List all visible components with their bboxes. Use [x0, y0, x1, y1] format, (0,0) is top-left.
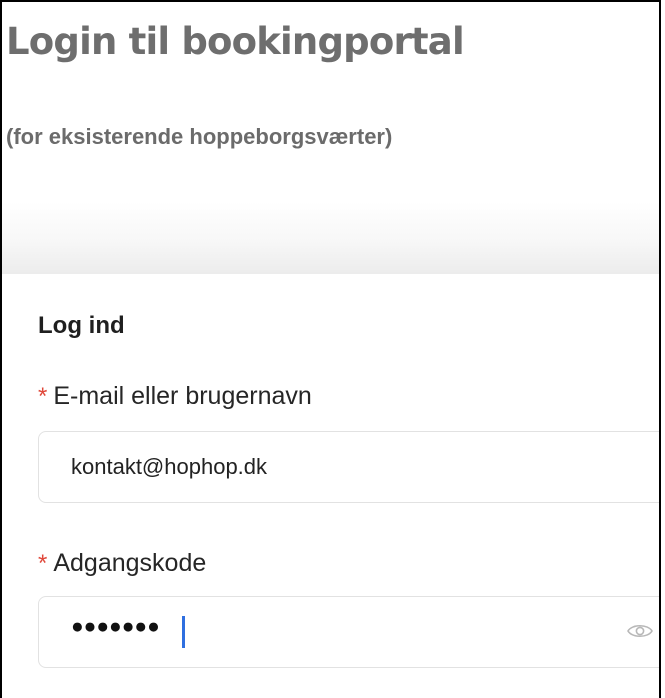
required-marker: *	[38, 383, 48, 410]
page-subtitle: (for eksisterende hoppeborgsværter)	[6, 124, 393, 149]
password-value: ●●●●●●●	[71, 615, 160, 638]
password-field[interactable]: ●●●●●●●	[38, 596, 659, 668]
password-label-text: Adgangskode	[53, 549, 207, 577]
eye-icon[interactable]	[627, 621, 653, 641]
page-title: Login til bookingportal	[6, 20, 465, 63]
text-caret	[182, 616, 185, 648]
email-field[interactable]: kontakt@hophop.dk	[38, 431, 659, 503]
required-marker: *	[38, 550, 48, 577]
screenshot-frame: Login til bookingportal (for eksisterend…	[0, 0, 661, 698]
form-heading: Log ind	[38, 312, 125, 339]
section-divider	[2, 202, 659, 274]
login-card: Log ind * E-mail eller brugernavn kontakt…	[2, 274, 659, 698]
email-value: kontakt@hophop.dk	[71, 454, 268, 479]
password-label: * Adgangskode	[38, 549, 206, 578]
email-label: * E-mail eller brugernavn	[38, 382, 312, 411]
email-label-text: E-mail eller brugernavn	[53, 382, 312, 410]
